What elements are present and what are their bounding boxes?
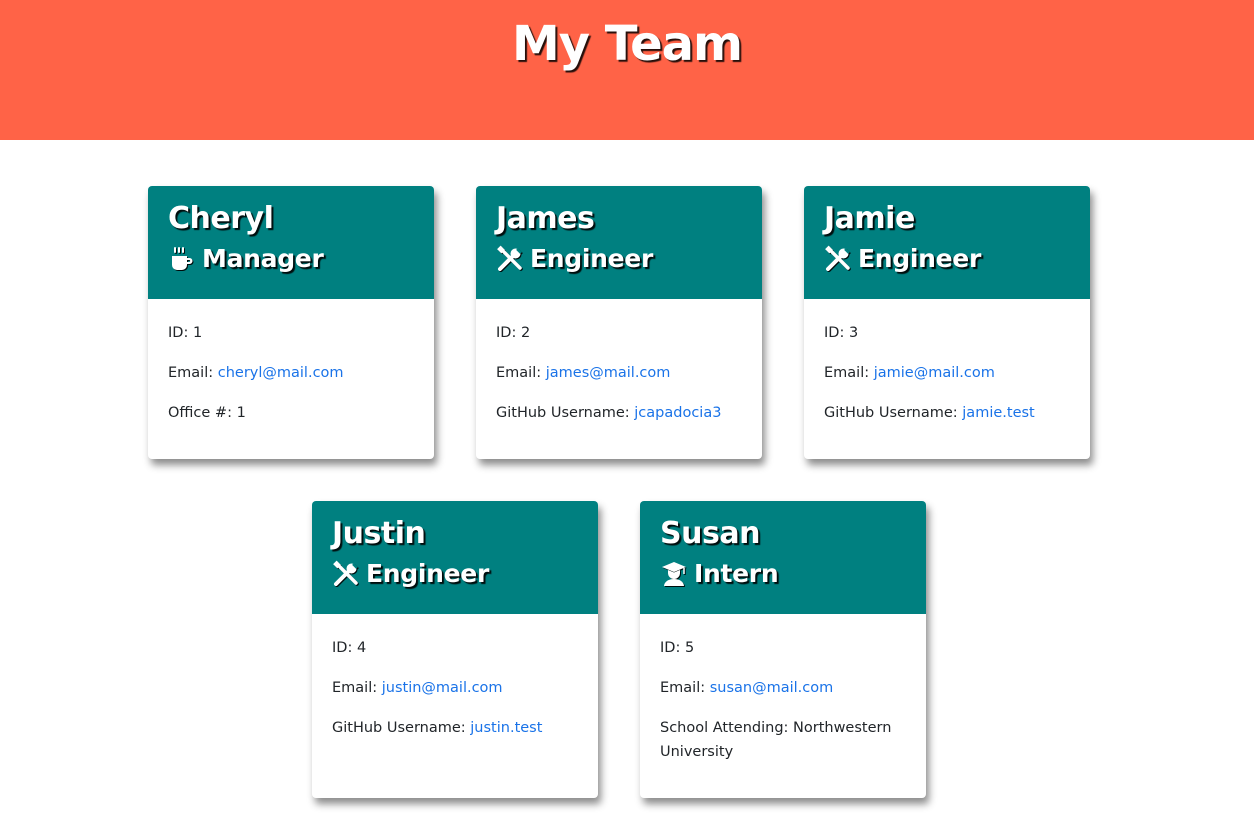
email-label: Email: [824,365,874,381]
role-label: Manager [202,244,324,273]
card-body: ID: 1 Email: cheryl@mail.com Office #: 1 [148,299,434,459]
employee-name: James [496,201,595,236]
github-link[interactable]: justin.test [470,720,542,736]
card-body: ID: 2 Email: james@mail.com GitHub Usern… [476,299,762,459]
id-value: 4 [356,640,367,656]
employee-email: Email: cheryl@mail.com [168,361,414,385]
email-link[interactable]: susan@mail.com [710,680,834,696]
id-value: 1 [192,325,203,341]
card-header: Susan Intern [640,501,926,614]
tools-icon [497,245,522,271]
email-label: Email: [496,365,546,381]
employee-email: Email: jamie@mail.com [824,361,1070,385]
employee-email: Email: susan@mail.com [660,676,906,700]
employee-github: GitHub Username: justin.test [332,716,578,740]
id-label: ID: [824,325,849,341]
employee-card: Cheryl Manager ID: 1 Email: cheryl@mail.… [148,186,434,459]
email-link[interactable]: justin@mail.com [382,680,503,696]
employee-role: Engineer [332,557,578,591]
card-body: ID: 3 Email: jamie@mail.com GitHub Usern… [804,299,1090,459]
card-header: Cheryl Manager [148,186,434,299]
employee-github: GitHub Username: jcapadocia3 [496,401,742,425]
card-header: Justin Engineer [312,501,598,614]
id-label: ID: [660,640,685,656]
tools-icon [825,245,850,271]
card-header: James Engineer [476,186,762,299]
employee-id: ID: 2 [496,321,742,345]
page-header: My Team [0,0,1254,140]
id-value: 3 [848,325,859,341]
card-header: Jamie Engineer [804,186,1090,299]
email-link[interactable]: cheryl@mail.com [218,365,344,381]
office-label: Office #: [168,405,237,421]
employee-role: Manager [168,242,414,276]
employee-name: Cheryl [168,201,274,236]
role-label: Intern [694,559,779,588]
card-body: ID: 5 Email: susan@mail.com School Atten… [640,614,926,798]
employee-email: Email: james@mail.com [496,361,742,385]
employee-name: Susan [660,516,760,551]
github-link[interactable]: jcapadocia3 [634,405,721,421]
graduate-icon [662,562,686,586]
employee-card: Justin Engineer ID: 4 Email: justin@mail… [312,501,598,798]
employee-role: Engineer [496,242,742,276]
github-link[interactable]: jamie.test [962,405,1034,421]
email-label: Email: [168,365,218,381]
email-link[interactable]: jamie@mail.com [874,365,995,381]
id-label: ID: [168,325,193,341]
employee-id: ID: 3 [824,321,1070,345]
employee-github: GitHub Username: jamie.test [824,401,1070,425]
email-link[interactable]: james@mail.com [546,365,671,381]
id-label: ID: [332,640,357,656]
employee-role: Intern [660,557,906,591]
id-value: 5 [684,640,695,656]
role-label: Engineer [858,244,981,273]
office-value: 1 [236,405,246,421]
school-label: School Attending: [660,720,794,736]
employee-name: Jamie [824,201,915,236]
coffee-icon [172,247,193,270]
employee-id: ID: 5 [660,636,906,660]
employee-name: Justin [332,516,426,551]
role-label: Engineer [530,244,653,273]
github-label: GitHub Username: [496,405,635,421]
employee-id: ID: 4 [332,636,578,660]
page-title: My Team [511,16,743,72]
email-label: Email: [660,680,710,696]
employee-school: School Attending: Northwestern Universit… [660,716,906,764]
id-value: 2 [520,325,531,341]
card-body: ID: 4 Email: justin@mail.com GitHub User… [312,614,598,776]
employee-email: Email: justin@mail.com [332,676,578,700]
employee-office: Office #: 1 [168,401,414,425]
github-label: GitHub Username: [332,720,471,736]
employee-id: ID: 1 [168,321,414,345]
email-label: Email: [332,680,382,696]
employee-card: Susan Intern ID: 5 Email: susan@mail.com… [640,501,926,798]
role-label: Engineer [366,559,489,588]
employee-card: Jamie Engineer ID: 3 Email: jamie@mail.c… [804,186,1090,459]
employee-card: James Engineer ID: 2 Email: james@mail.c… [476,186,762,459]
id-label: ID: [496,325,521,341]
employee-role: Engineer [824,242,1070,276]
tools-icon [333,560,358,586]
github-label: GitHub Username: [824,405,963,421]
